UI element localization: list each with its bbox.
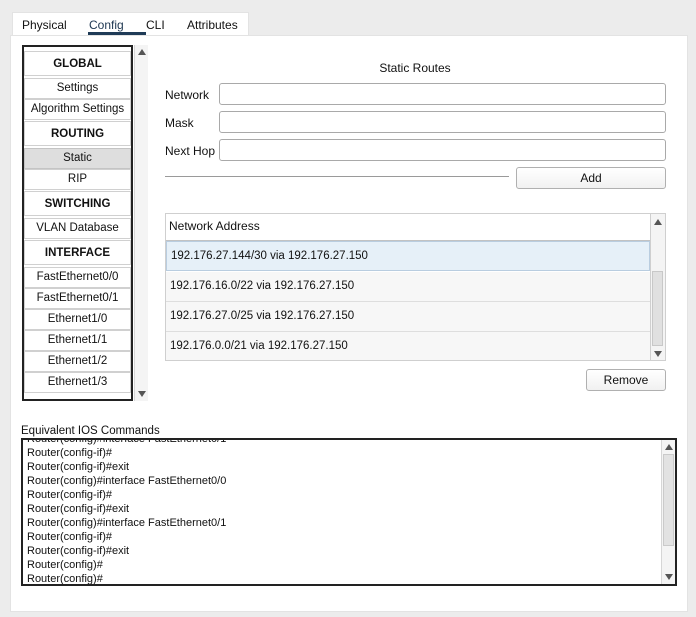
sidebar-item-ethernet1-1[interactable]: Ethernet1/1 (24, 330, 131, 351)
down-arrow-icon[interactable] (664, 574, 673, 580)
ios-commands-label: Equivalent IOS Commands (21, 425, 160, 437)
table-row[interactable]: 192.176.0.0/21 via 192.176.27.150 (166, 332, 650, 360)
ios-scrollbar[interactable] (661, 440, 675, 584)
separator-line (165, 176, 509, 177)
static-routes-title: Static Routes (379, 61, 451, 75)
up-arrow-icon[interactable] (664, 444, 673, 450)
tab-attributes[interactable]: Attributes (187, 18, 238, 32)
mask-input[interactable] (219, 111, 666, 133)
up-arrow-icon[interactable] (654, 219, 662, 225)
remove-button[interactable]: Remove (586, 369, 666, 391)
ios-line: Router(config-if)#exit (27, 461, 130, 473)
ios-line: Router(config)#interface FastEthernet0/0 (27, 475, 227, 487)
ios-line: Router(config)#interface FastEthernet0/1 (27, 517, 227, 529)
next-hop-label: Next Hop (165, 144, 216, 158)
up-arrow-icon[interactable] (137, 49, 146, 55)
sidebar-item-algorithm-settings[interactable]: Algorithm Settings (24, 99, 131, 120)
sidebar-item-ethernet1-0[interactable]: Ethernet1/0 (24, 309, 131, 330)
sidebar-item-rip[interactable]: RIP (24, 169, 131, 190)
config-sidebar: GLOBAL Settings Algorithm Settings ROUTI… (22, 45, 133, 401)
ios-line: Router(config-if)# (27, 531, 112, 543)
ios-line: Router(config)# (27, 573, 103, 585)
ios-line-partial: Router(config)#interface FastEthernet0/1 (27, 438, 227, 445)
table-row[interactable]: 192.176.27.0/25 via 192.176.27.150 (166, 302, 650, 332)
table-row[interactable]: 192.176.27.144/30 via 192.176.27.150 (166, 241, 650, 271)
sidebar-item-fastethernet0-1[interactable]: FastEthernet0/1 (24, 288, 131, 309)
ios-line: Router(config-if)# (27, 447, 112, 459)
network-input[interactable] (219, 83, 666, 105)
add-button[interactable]: Add (516, 167, 666, 189)
sidebar-item-fastethernet0-0[interactable]: FastEthernet0/0 (24, 267, 131, 288)
network-label: Network (165, 88, 210, 102)
sidebar-item-settings[interactable]: Settings (24, 78, 131, 99)
ios-line: Router(config-if)#exit (27, 545, 130, 557)
sidebar-section-interface: INTERFACE (24, 240, 131, 265)
sidebar-section-global: GLOBAL (24, 51, 131, 76)
sidebar-item-static[interactable]: Static (24, 148, 131, 169)
sidebar-item-vlan-database[interactable]: VLAN Database (24, 218, 131, 239)
ios-line: Router(config)# (27, 559, 103, 571)
down-arrow-icon[interactable] (137, 391, 146, 397)
sidebar-item-ethernet1-3[interactable]: Ethernet1/3 (24, 372, 131, 393)
table-row[interactable]: 192.176.16.0/22 via 192.176.27.150 (166, 272, 650, 302)
tab-config[interactable]: Config (89, 18, 124, 32)
tab-cli[interactable]: CLI (146, 18, 165, 32)
ios-commands-console: Router(config)#interface FastEthernet0/1… (21, 438, 677, 586)
next-hop-input[interactable] (219, 139, 666, 161)
ios-line: Router(config-if)# (27, 489, 112, 501)
table-header-network-address[interactable]: Network Address (166, 214, 650, 241)
scrollbar-thumb[interactable] (652, 271, 663, 346)
ios-line: Router(config-if)#exit (27, 503, 130, 515)
routes-table-scrollbar[interactable] (651, 213, 666, 361)
tab-physical[interactable]: Physical (22, 18, 67, 32)
scrollbar-thumb[interactable] (663, 454, 674, 546)
sidebar-item-ethernet1-2[interactable]: Ethernet1/2 (24, 351, 131, 372)
routes-table: Network Address 192.176.27.144/30 via 19… (165, 213, 651, 361)
sidebar-section-routing: ROUTING (24, 121, 131, 146)
mask-label: Mask (165, 116, 194, 130)
down-arrow-icon[interactable] (654, 351, 662, 357)
sidebar-section-switching: SWITCHING (24, 191, 131, 216)
sidebar-scrollbar[interactable] (134, 45, 148, 401)
tab-bar: Physical Config CLI Attributes (12, 12, 249, 36)
